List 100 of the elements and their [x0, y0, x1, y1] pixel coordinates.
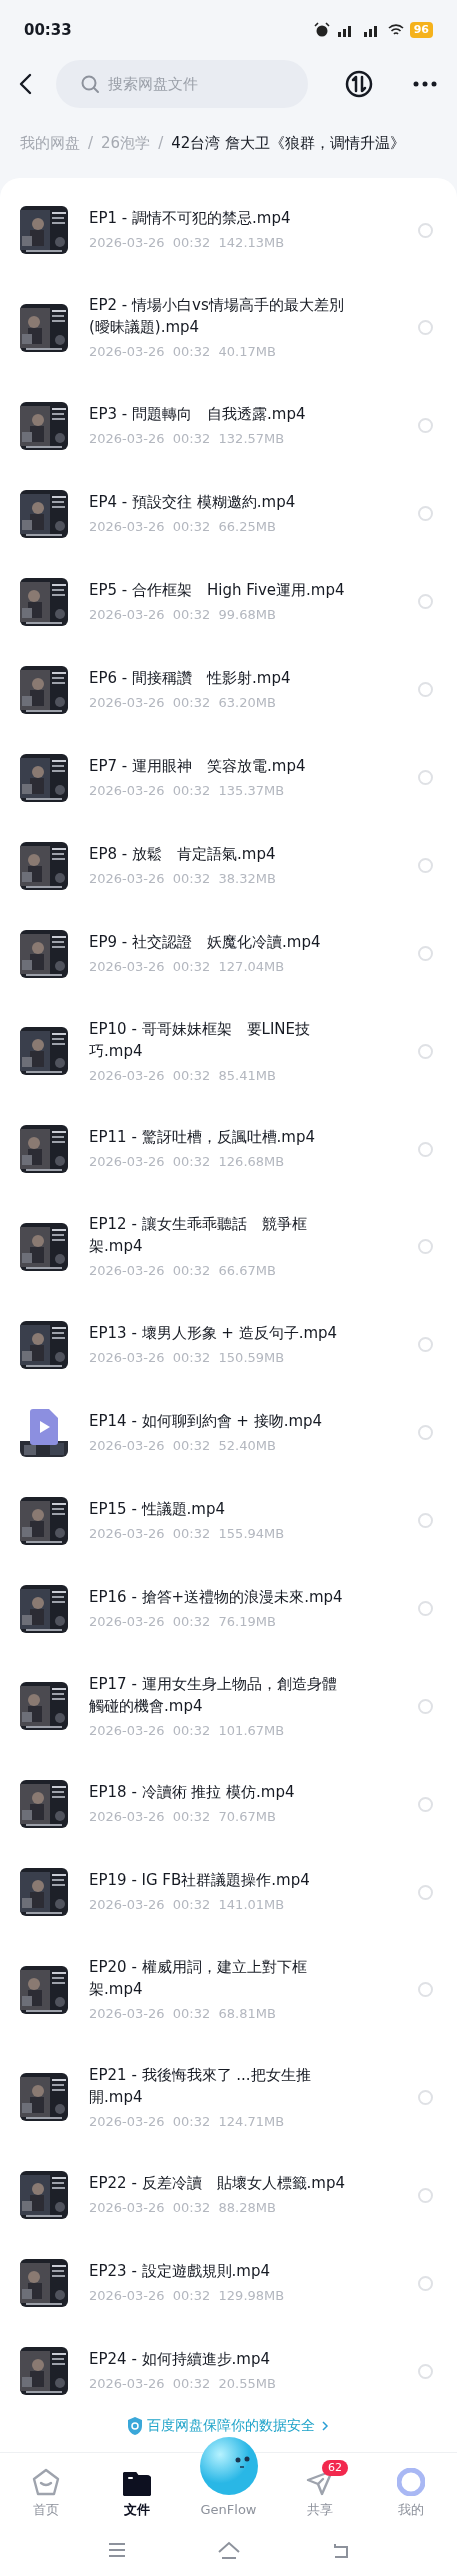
file-meta: 2026-03-26 00:32 63.20MB [89, 693, 277, 712]
file-meta: 2026-03-26 00:32 40.17MB [89, 343, 277, 361]
breadcrumb-separator: / [158, 132, 164, 154]
file-row[interactable]: EP13 - 壞男人形象 + 造反句子.mp4 2026-03-26 00:32 150.59MB [0, 1300, 457, 1389]
select-radio[interactable] [418, 2089, 433, 2105]
alarm-icon [313, 22, 330, 38]
file-name: EP12 - 讓女生乖乖聽話 競爭框架.mp4 [89, 1214, 308, 1257]
select-radio[interactable] [418, 506, 433, 521]
file-row[interactable]: EP1 - 調情不可犯的禁忌.mp4 2026-03-26 00:32 142.13MB [0, 186, 457, 274]
file-name: EP23 - 設定遊戲規則.mp4 [89, 2261, 271, 2283]
file-meta: 2026-03-26 00:32 129.98MB [89, 2287, 286, 2306]
file-name: EP24 - 如何持續進步.mp4 [89, 2349, 271, 2371]
file-meta: 2026-03-26 00:32 101.67MB [89, 1721, 286, 1740]
file-meta: 2026-03-26 00:32 135.37MB [89, 781, 286, 800]
notification-badge: 62 [321, 2459, 348, 2476]
breadcrumb-separator: / [88, 132, 94, 154]
file-row[interactable]: EP14 - 如何聊到約會 + 接吻.mp4 2026-03-26 00:32 52.40MB [0, 1388, 457, 1477]
file-meta: 2026-03-26 00:32 20.55MB [89, 2375, 277, 2394]
tab-item[interactable]: 62 共享 [274, 2453, 366, 2527]
file-row[interactable]: EP17 - 運用女生身上物品，創造身體觸碰的機會.mp4 2026-03-26 00:32 101.67MB [0, 1652, 457, 1760]
select-radio[interactable] [418, 682, 433, 697]
file-row[interactable]: EP3 - 問題轉向 自我透露.mp4 2026-03-26 00:32 132.57MB [0, 381, 457, 470]
select-radio[interactable] [418, 2187, 433, 2203]
more-icon[interactable] [413, 80, 437, 88]
file-meta: 2026-03-26 00:32 52.40MB [89, 1436, 277, 1455]
file-meta: 2026-03-26 00:32 155.94MB [89, 1524, 286, 1543]
select-radio[interactable] [418, 418, 433, 433]
blob-mascot-icon [198, 2435, 259, 2496]
file-row[interactable]: EP9 - 社交認證 妖魔化冷讀.mp4 2026-03-26 00:32 127.04MB [0, 909, 457, 998]
file-meta: 2026-03-26 00:32 85.41MB [89, 1066, 277, 1085]
file-row[interactable]: EP24 - 如何持續進步.mp4 2026-03-26 00:32 20.55MB [0, 2327, 457, 2415]
file-meta: 2026-03-26 00:32 88.28MB [89, 2199, 277, 2218]
avatar-icon [397, 2467, 426, 2496]
select-radio[interactable] [418, 1043, 433, 1059]
file-meta: 2026-03-26 00:32 38.32MB [89, 869, 277, 888]
select-radio[interactable] [418, 1698, 433, 1714]
file-name: EP17 - 運用女生身上物品，創造身體觸碰的機會.mp4 [89, 1673, 338, 1717]
search-icon [80, 74, 100, 94]
file-meta: 2026-03-26 00:32 141.01MB [89, 1896, 286, 1915]
file-row[interactable]: EP7 - 運用眼神 笑容放電.mp4 2026-03-26 00:32 135.37MB [0, 733, 457, 822]
select-radio[interactable] [418, 858, 433, 873]
file-name: EP5 - 合作框架 High Five運用.mp4 [89, 579, 346, 601]
file-row[interactable]: EP22 - 反差冷讀 貼壞女人標籤.mp4 2026-03-26 00:32 88.28MB [0, 2151, 457, 2239]
file-row[interactable]: EP16 - 搶答+送禮物的浪漫未來.mp4 2026-03-26 00:32 76.19MB [0, 1564, 457, 1653]
select-radio[interactable] [418, 1239, 433, 1255]
select-radio[interactable] [418, 2275, 433, 2291]
file-name: EP8 - 放鬆 肯定語氣.mp4 [89, 843, 277, 865]
sort-icon[interactable] [345, 70, 373, 98]
file-meta: 2026-03-26 00:32 70.67MB [89, 1808, 277, 1827]
file-row[interactable]: EP20 - 權威用詞，建立上對下框架.mp4 2026-03-26 00:32 68.81MB [0, 1936, 457, 2044]
tab-item[interactable]: 文件 [91, 2453, 183, 2527]
file-meta: 2026-03-26 00:32 124.71MB [89, 2112, 286, 2131]
file-row[interactable]: EP18 - 冷讀術 推拉 模仿.mp4 2026-03-26 00:32 70.67MB [0, 1760, 457, 1848]
select-radio[interactable] [418, 1337, 433, 1352]
file-name: EP21 - 我後悔我來了 ...把女生推開.mp4 [89, 2064, 312, 2108]
search-field[interactable]: 搜索网盘文件 [56, 60, 308, 108]
breadcrumb-item[interactable]: 42台湾 詹大卫《狼群，调情升温》 [171, 131, 406, 155]
file-meta: 2026-03-26 00:32 66.25MB [89, 517, 277, 536]
file-name: EP2 - 情場小白vs情場高手的最大差別(曖昧議題).mp4 [89, 295, 345, 338]
file-name: EP3 - 問題轉向 自我透露.mp4 [89, 403, 307, 425]
select-radio[interactable] [418, 1796, 433, 1812]
file-row[interactable]: EP23 - 設定遊戲規則.mp4 2026-03-26 00:32 129.98MB [0, 2239, 457, 2327]
file-row[interactable]: EP8 - 放鬆 肯定語氣.mp4 2026-03-26 00:32 38.32MB [0, 821, 457, 910]
select-radio[interactable] [418, 320, 433, 336]
file-row[interactable]: EP10 - 哥哥妹妹框架 要LINE技巧.mp4 2026-03-26 00:32 85.41MB [0, 997, 457, 1105]
video-file-icon [30, 1408, 58, 1445]
select-radio[interactable] [418, 946, 433, 961]
file-row[interactable]: EP11 - 驚訝吐槽，反諷吐槽.mp4 2026-03-26 00:32 126.68MB [0, 1105, 457, 1193]
menu-icon[interactable] [106, 2542, 127, 2558]
file-meta: 2026-03-26 00:32 150.59MB [89, 1348, 286, 1367]
file-row[interactable]: EP5 - 合作框架 High Five運用.mp4 2026-03-26 00:32 99.68MB [0, 557, 457, 646]
select-radio[interactable] [418, 1425, 433, 1440]
file-row[interactable]: EP2 - 情場小白vs情場高手的最大差別(曖昧議題).mp4 2026-03-26 00:32 40.17MB [0, 274, 457, 382]
file-name: EP13 - 壞男人形象 + 造反句子.mp4 [89, 1322, 339, 1344]
file-row[interactable]: EP21 - 我後悔我來了 ...把女生推開.mp4 2026-03-26 00:32 124.71MB [0, 2043, 457, 2151]
home-icon[interactable] [216, 2540, 241, 2560]
select-radio[interactable] [418, 1982, 433, 1998]
file-row[interactable]: EP12 - 讓女生乖乖聽話 競爭框架.mp4 2026-03-26 00:32 66.67MB [0, 1193, 457, 1301]
file-name: EP18 - 冷讀術 推拉 模仿.mp4 [89, 1782, 296, 1804]
select-radio[interactable] [418, 770, 433, 785]
file-meta: 2026-03-26 00:32 66.67MB [89, 1262, 277, 1280]
select-radio[interactable] [418, 1141, 433, 1157]
file-name: EP15 - 性議題.mp4 [89, 1498, 226, 1520]
file-row[interactable]: EP4 - 預設交往 模糊邀約.mp4 2026-03-26 00:32 66.25MB [0, 469, 457, 558]
file-name: EP16 - 搶答+送禮物的浪漫未來.mp4 [89, 1586, 344, 1608]
file-name: EP19 - IG FB社群議題操作.mp4 [89, 1870, 311, 1892]
file-row[interactable]: EP6 - 間接稱讚 性影射.mp4 2026-03-26 00:32 63.20MB [0, 645, 457, 734]
file-name: EP9 - 社交認證 妖魔化冷讀.mp4 [89, 931, 322, 953]
select-radio[interactable] [418, 1601, 433, 1616]
select-radio[interactable] [418, 594, 433, 609]
file-meta: 2026-03-26 00:32 126.68MB [89, 1153, 286, 1172]
select-radio[interactable] [418, 222, 433, 238]
file-row[interactable]: EP19 - IG FB社群議題操作.mp4 2026-03-26 00:32 141.01MB [0, 1848, 457, 1936]
select-radio[interactable] [418, 2363, 433, 2379]
file-name: EP14 - 如何聊到約會 + 接吻.mp4 [89, 1410, 324, 1432]
file-row[interactable]: EP15 - 性議題.mp4 2026-03-26 00:32 155.94MB [0, 1476, 457, 1565]
file-meta: 2026-03-26 00:32 68.81MB [89, 2005, 277, 2023]
select-radio[interactable] [418, 1884, 433, 1900]
folder-icon [123, 2471, 152, 2496]
select-radio[interactable] [418, 1513, 433, 1528]
